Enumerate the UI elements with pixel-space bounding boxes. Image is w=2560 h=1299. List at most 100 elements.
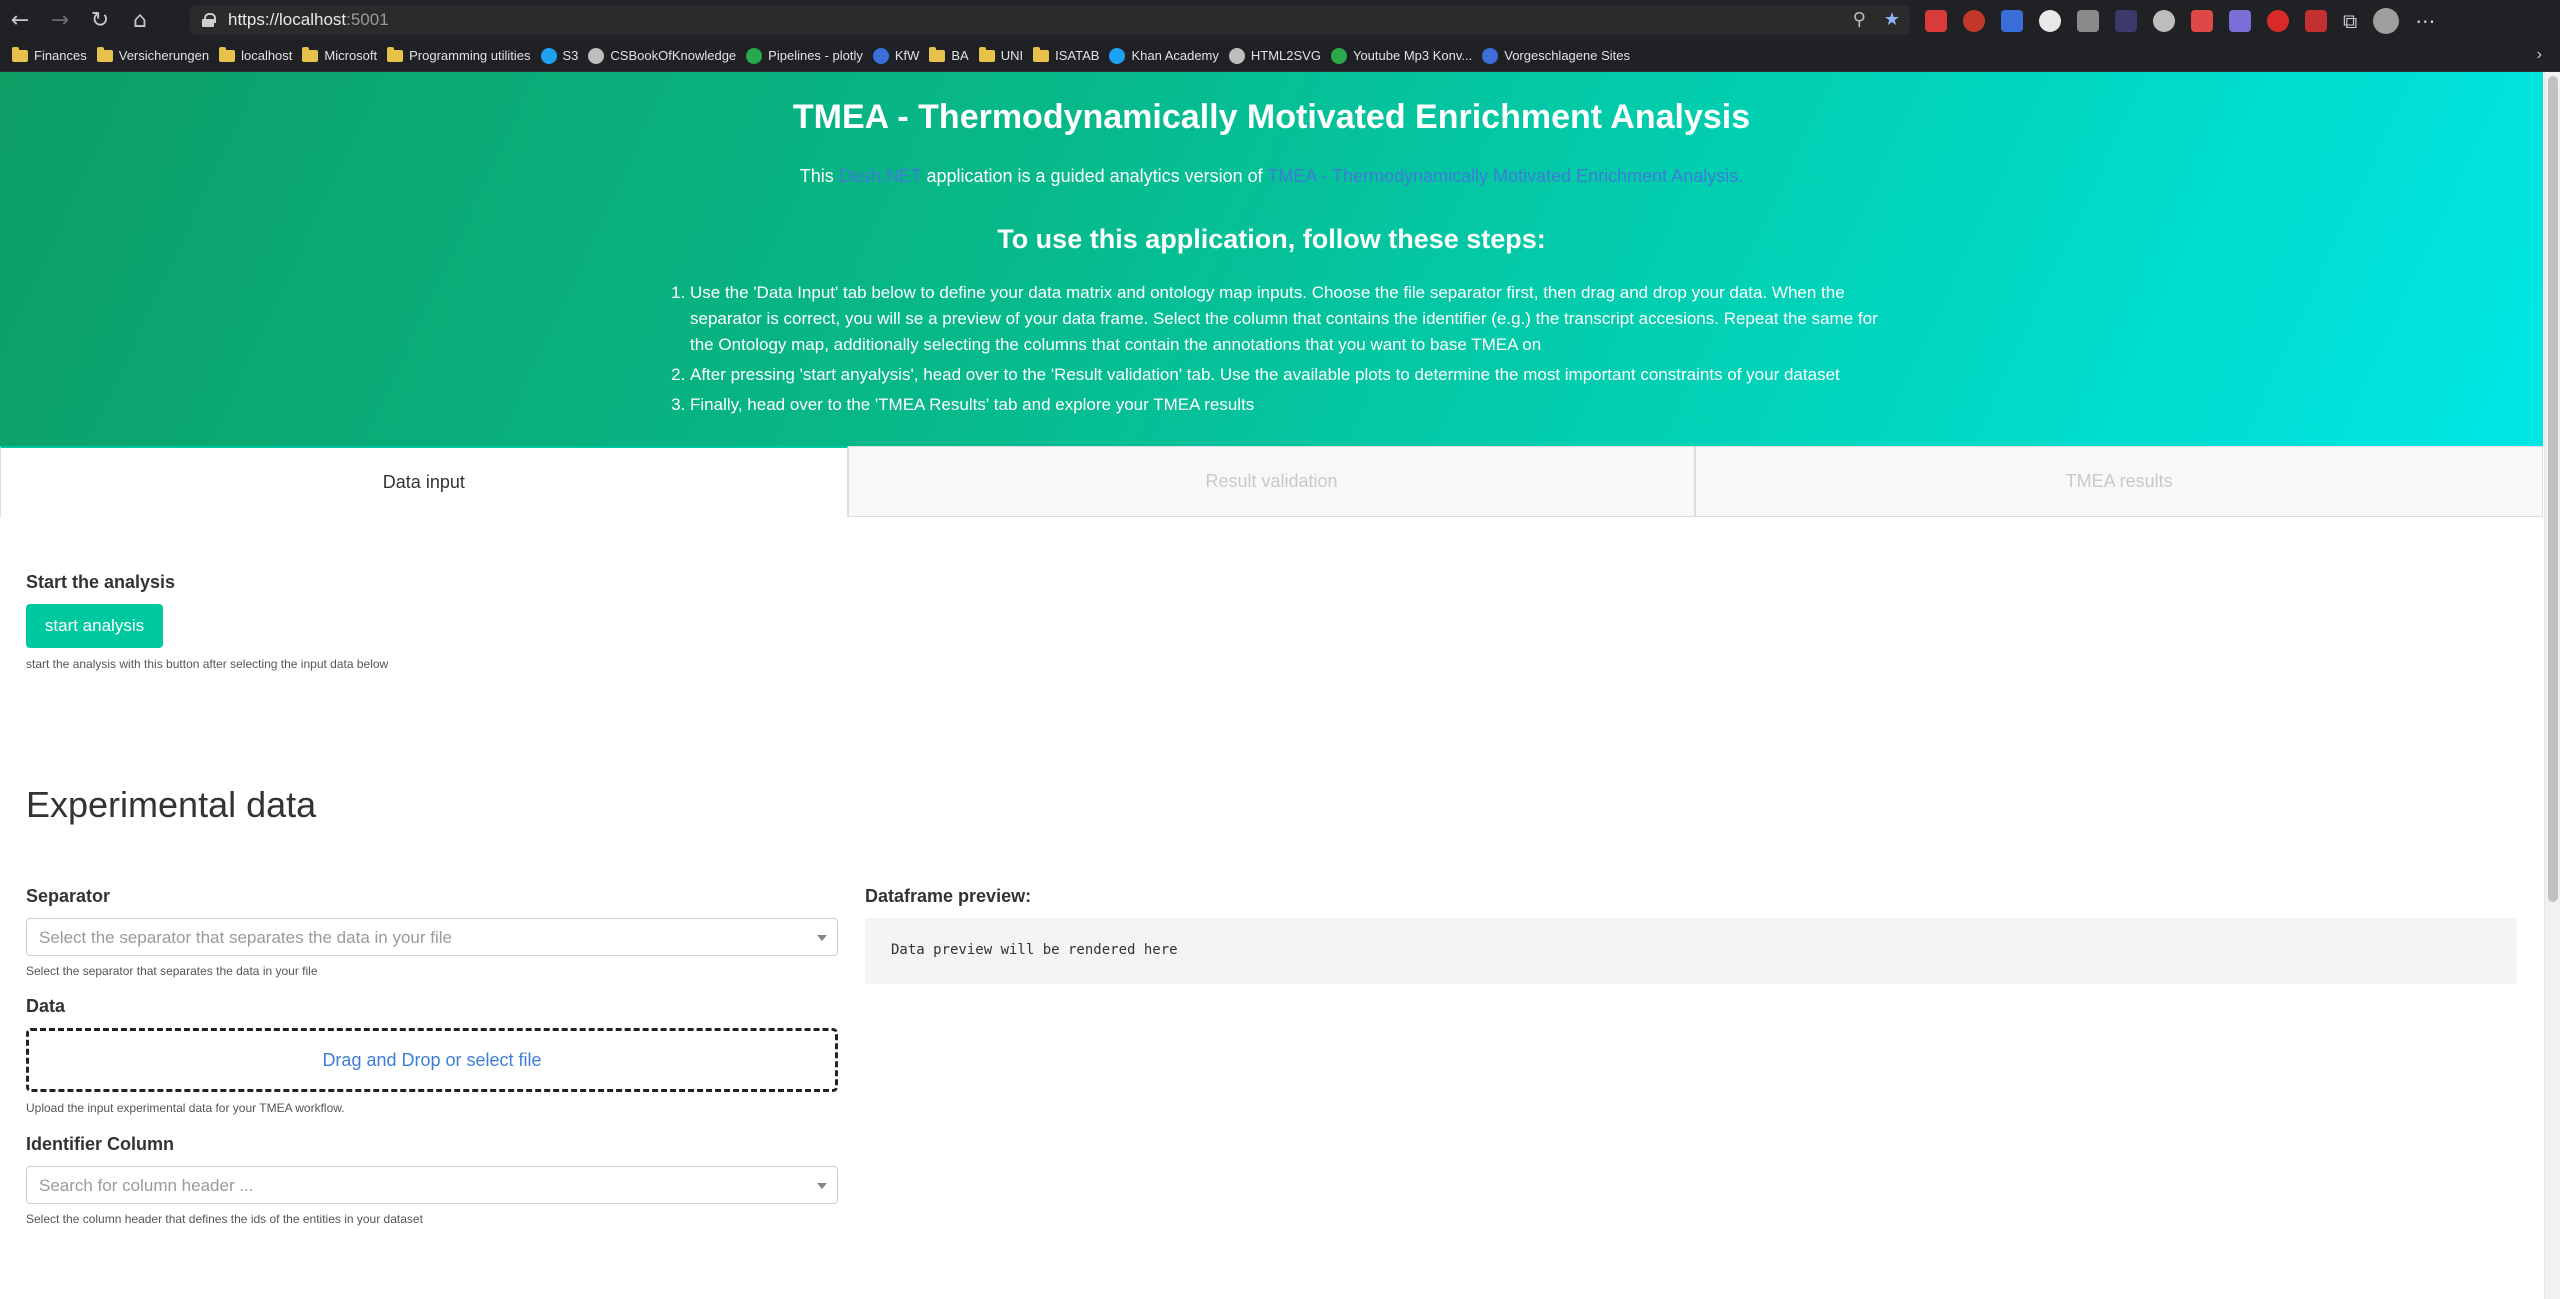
tab-bar: Data input Result validation TMEA result…: [0, 446, 2544, 517]
bookmark-label: Programming utilities: [409, 48, 531, 63]
scrollbar-thumb[interactable]: [2548, 76, 2558, 902]
identifier-placeholder: Search for column header ...: [39, 1176, 254, 1195]
page-viewport: TMEA - Thermodynamically Motivated Enric…: [0, 72, 2560, 1299]
separator-label: Separator: [26, 886, 111, 906]
url-port: :5001: [346, 10, 389, 29]
back-arrow-icon[interactable]: ←: [0, 0, 40, 40]
site-favicon-icon: [588, 47, 605, 64]
bookmark-item[interactable]: Youtube Mp3 Konv...: [1330, 47, 1472, 64]
bookmark-star-icon[interactable]: ★: [1884, 9, 1900, 30]
extension-icon[interactable]: [2191, 10, 2213, 32]
profile-avatar[interactable]: [2373, 8, 2400, 34]
folder-icon: [387, 46, 404, 62]
site-favicon-icon: [746, 47, 763, 64]
experimental-data-heading: Experimental data: [26, 784, 317, 825]
browser-toolbar: ← → ↻ ⌂ https://localhost:5001 ⚲ ★ ⧉ ⋯: [0, 0, 2560, 40]
bookmark-item[interactable]: Khan Academy: [1109, 47, 1219, 64]
folder-icon: [978, 46, 995, 62]
extensions-bar: ⧉ ⋯: [1925, 8, 2435, 34]
bookmarks-overflow-icon[interactable]: ›: [2537, 46, 2542, 64]
page-scrollbar[interactable]: [2544, 72, 2560, 1299]
menu-dots-icon[interactable]: ⋯: [2415, 9, 2435, 33]
dropzone-text: Drag and Drop or select file: [322, 1049, 542, 1070]
collections-icon[interactable]: ⧉: [2343, 9, 2357, 33]
url-host: https://localhost: [228, 10, 347, 29]
identifier-help: Select the column header that defines th…: [26, 1212, 423, 1226]
forward-arrow-icon[interactable]: →: [40, 0, 80, 40]
site-favicon-icon: [872, 47, 889, 64]
bookmark-item[interactable]: Versicherungen: [96, 46, 209, 63]
dataframe-preview: Data preview will be rendered here: [865, 918, 2517, 984]
identifier-column-dropdown[interactable]: Search for column header ...: [26, 1166, 838, 1204]
start-analysis-heading: Start the analysis: [26, 572, 176, 592]
extension-icon[interactable]: [2153, 10, 2175, 32]
tmea-link[interactable]: TMEA - Thermodynamically Motivated Enric…: [1267, 166, 1743, 186]
extension-icon[interactable]: [2115, 10, 2137, 32]
bookmark-item[interactable]: ISATAB: [1033, 46, 1100, 63]
zoom-icon[interactable]: ⚲: [1853, 9, 1866, 30]
folder-icon: [96, 46, 113, 62]
bookmark-item[interactable]: BA: [929, 46, 969, 63]
start-analysis-button[interactable]: start analysis: [26, 604, 163, 648]
data-help: Upload the input experimental data for y…: [26, 1101, 345, 1115]
step-item: After pressing 'start anyalysis', head o…: [690, 362, 1890, 388]
hero-subtitle: This Dash.NET application is a guided an…: [0, 166, 2543, 187]
bookmark-label: CSBookOfKnowledge: [610, 48, 737, 63]
lock-icon: [202, 13, 216, 27]
tab-tmea-results[interactable]: TMEA results: [1695, 446, 2544, 517]
address-bar[interactable]: https://localhost:5001 ⚲ ★: [190, 5, 1910, 35]
extension-icon[interactable]: [2039, 10, 2061, 32]
reload-icon[interactable]: ↻: [80, 0, 120, 40]
folder-icon: [1033, 46, 1050, 62]
bookmark-label: S3: [562, 48, 579, 63]
bookmark-item[interactable]: HTML2SVG: [1228, 47, 1321, 64]
bookmark-label: BA: [951, 48, 969, 63]
bookmark-label: HTML2SVG: [1250, 48, 1321, 63]
step-item: Use the 'Data Input' tab below to define…: [690, 280, 1890, 358]
extension-icon[interactable]: [2305, 10, 2327, 32]
start-analysis-help: start the analysis with this button afte…: [26, 657, 389, 671]
dash-net-link[interactable]: Dash.NET: [839, 166, 922, 186]
bookmark-label: Khan Academy: [1131, 48, 1219, 63]
folder-icon: [929, 46, 946, 62]
bookmark-item[interactable]: Microsoft: [302, 46, 377, 63]
bookmark-item[interactable]: S3: [540, 47, 579, 64]
step-item: Finally, head over to the 'TMEA Results'…: [690, 392, 1890, 418]
extension-icon[interactable]: [1925, 10, 1947, 32]
bookmark-label: localhost: [241, 48, 293, 63]
tab-result-validation[interactable]: Result validation: [847, 446, 1696, 517]
bookmark-item[interactable]: Finances: [12, 46, 87, 63]
folder-icon: [302, 46, 319, 62]
bookmark-item[interactable]: UNI: [978, 46, 1023, 63]
bookmark-label: ISATAB: [1055, 48, 1100, 63]
steps-heading: To use this application, follow these st…: [997, 224, 1546, 254]
subtitle-text: This: [799, 166, 839, 186]
folder-icon: [219, 46, 236, 62]
bookmark-item[interactable]: Programming utilities: [387, 46, 531, 63]
extension-icon[interactable]: [2001, 10, 2023, 32]
extension-icon[interactable]: [2267, 10, 2289, 32]
tab-data-input[interactable]: Data input: [0, 446, 848, 517]
file-dropzone[interactable]: Drag and Drop or select file: [26, 1028, 838, 1092]
bookmark-item[interactable]: KfW: [872, 47, 919, 64]
extension-icon[interactable]: [2077, 10, 2099, 32]
separator-dropdown[interactable]: Select the separator that separates the …: [26, 918, 838, 956]
extension-icon[interactable]: [1963, 10, 1985, 32]
identifier-column-label: Identifier Column: [26, 1134, 174, 1154]
extension-icon[interactable]: [2229, 10, 2251, 32]
dataframe-preview-label: Dataframe preview:: [865, 886, 1032, 906]
steps-list: Use the 'Data Input' tab below to define…: [670, 280, 1890, 422]
site-favicon-icon: [1482, 47, 1499, 64]
bookmark-item[interactable]: CSBookOfKnowledge: [588, 47, 737, 64]
hero-banner: TMEA - Thermodynamically Motivated Enric…: [0, 72, 2543, 447]
site-favicon-icon: [540, 47, 557, 64]
bookmark-item[interactable]: Vorgeschlagene Sites: [1482, 47, 1630, 64]
preview-placeholder-text: Data preview will be rendered here: [891, 942, 1178, 958]
home-icon[interactable]: ⌂: [120, 0, 160, 40]
bookmark-item[interactable]: localhost: [219, 46, 293, 63]
bookmark-item[interactable]: Pipelines - plotly: [746, 47, 863, 64]
folder-icon: [12, 46, 28, 62]
page-title: TMEA - Thermodynamically Motivated Enric…: [792, 98, 1751, 136]
bookmark-label: Finances: [34, 48, 87, 63]
chevron-down-icon: [817, 1183, 827, 1189]
